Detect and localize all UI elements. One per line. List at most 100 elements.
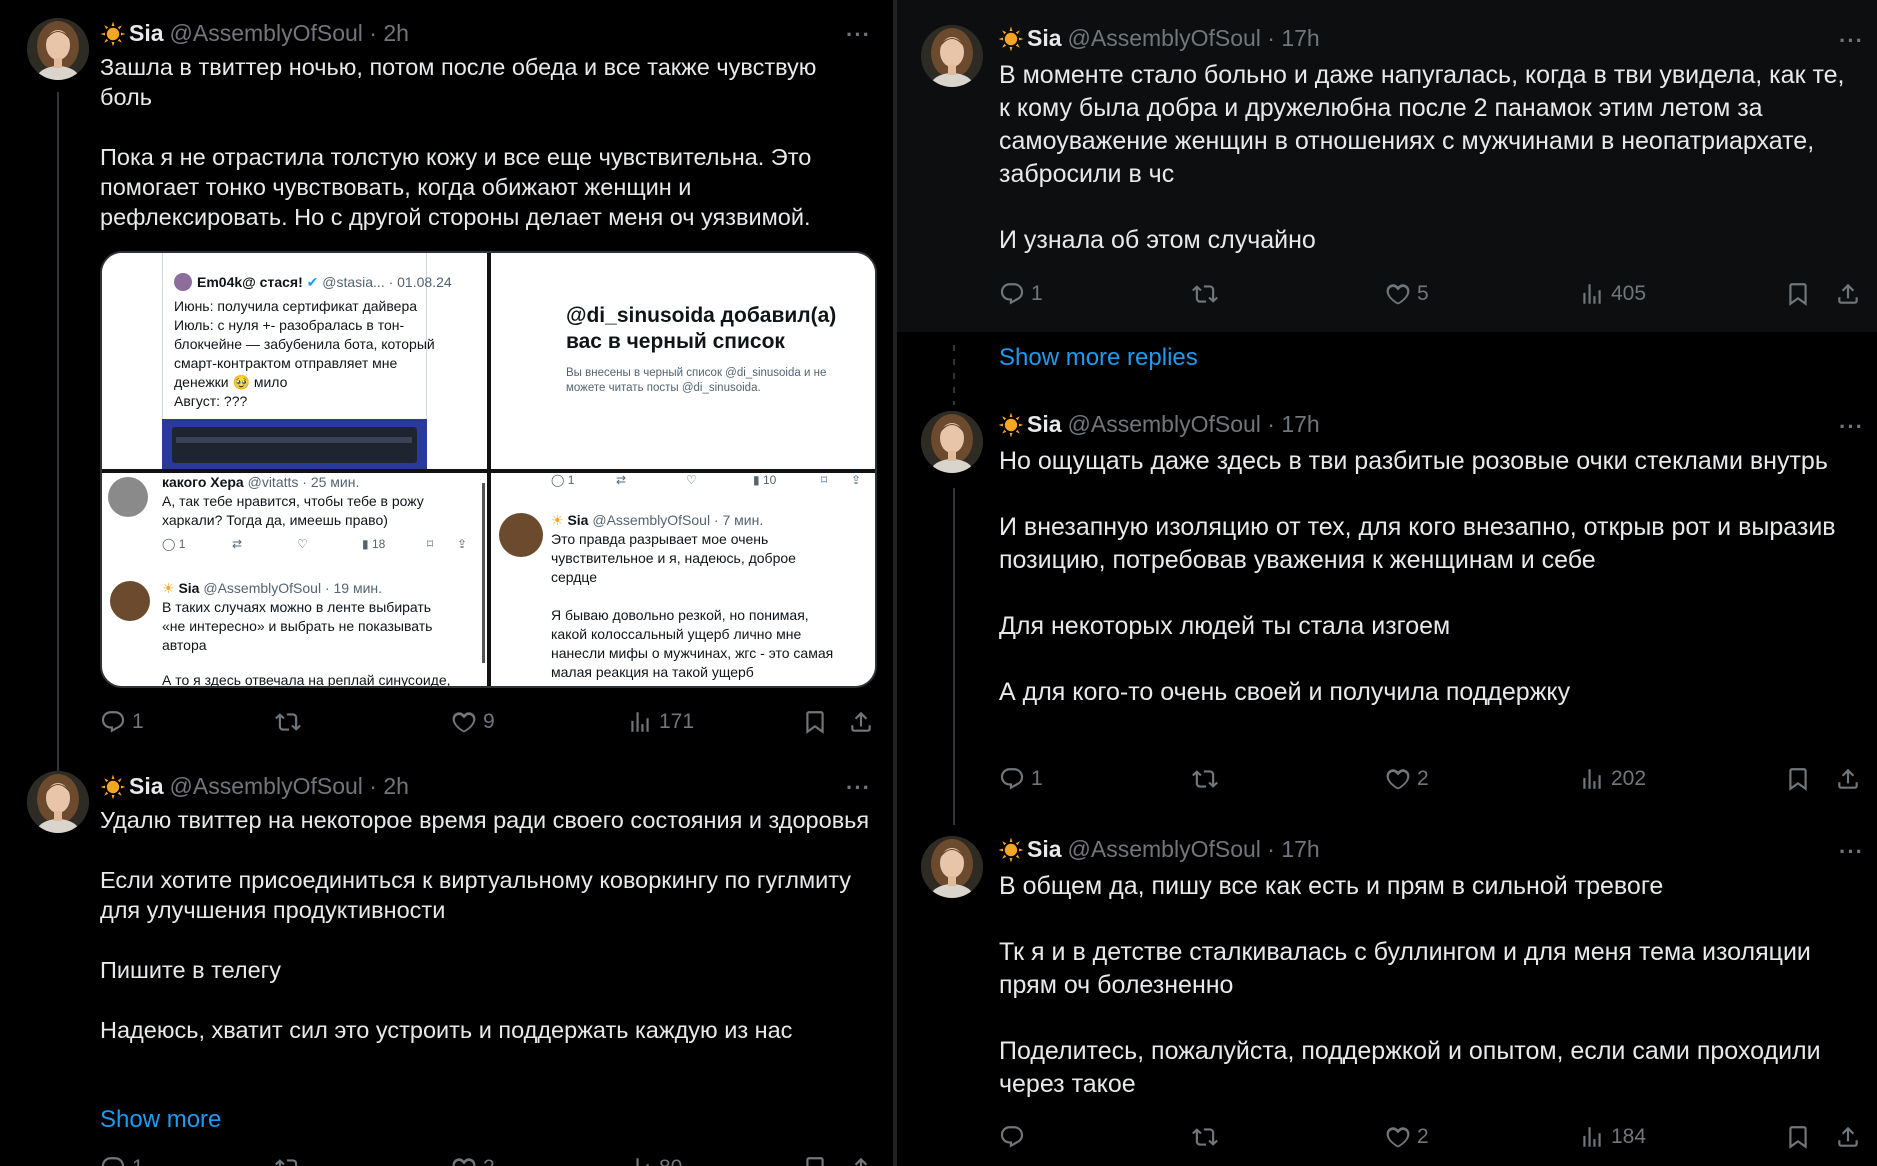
quoted-line: нанесли мифы о мужчинах, жгс - это самая: [551, 645, 834, 661]
avatar[interactable]: [921, 836, 983, 898]
quoted-line: сердце: [551, 569, 598, 585]
media-grid[interactable]: Em04k@ стася! ✔ @stasia... · 01.08.24 Ию…: [100, 251, 877, 688]
handle-and-time[interactable]: @AssemblyOfSoul · 2h: [170, 773, 409, 800]
more-options-button[interactable]: ···: [1839, 414, 1864, 440]
share-button[interactable]: [1835, 766, 1861, 792]
display-name[interactable]: Sia: [1027, 25, 1062, 52]
thread-line-dotted: [953, 345, 955, 405]
views-button[interactable]: 80: [627, 1155, 682, 1166]
repost-button[interactable]: [1192, 766, 1218, 792]
like-button[interactable]: 2: [451, 1155, 495, 1166]
views-button[interactable]: 405: [1579, 281, 1646, 307]
heart-icon: ♡: [297, 537, 308, 551]
sun-emoji-icon: ☀: [162, 580, 175, 596]
bookmark-button[interactable]: [1785, 1124, 1811, 1150]
share-button[interactable]: [1835, 281, 1861, 307]
quoted-line: Июль: с нуля +- разобралась в тон-: [174, 317, 405, 333]
avatar[interactable]: [27, 18, 89, 80]
reply-button[interactable]: 1: [999, 766, 1043, 792]
heart-icon: [451, 1155, 477, 1166]
show-more-replies-link[interactable]: Show more replies: [999, 344, 1198, 372]
like-button[interactable]: 5: [1385, 281, 1429, 307]
verified-badge-icon: ✔: [306, 274, 319, 290]
tweet[interactable]: Sia @AssemblyOfSoul · 17h ··· В моменте …: [897, 0, 1877, 332]
display-name[interactable]: Sia: [1027, 836, 1062, 863]
like-button[interactable]: 2: [1385, 766, 1429, 792]
tweet-header: Sia @AssemblyOfSoul · 2h: [100, 20, 409, 47]
display-name[interactable]: Sia: [129, 773, 164, 800]
reply-count: 1: [1031, 282, 1043, 305]
repost-button[interactable]: [275, 1155, 301, 1166]
more-options-button[interactable]: ···: [846, 22, 871, 48]
media-image-3[interactable]: какого Хера @vitatts · 25 мин. А, так те…: [102, 473, 487, 686]
like-count: 9: [483, 710, 495, 733]
like-button[interactable]: 2: [1385, 1124, 1429, 1150]
tweet-paragraph: Если хотите присоединиться к виртуальном…: [100, 867, 852, 923]
reply-button[interactable]: 1: [100, 1155, 144, 1166]
display-name[interactable]: Sia: [1027, 411, 1062, 438]
tweet-header: Sia @AssemblyOfSoul · 17h: [998, 411, 1320, 438]
reply-icon: [999, 1124, 1025, 1150]
tweet-paragraph: В общем да, пишу все как есть и прям в с…: [999, 872, 1664, 900]
tweet-actions: 1 2 80: [100, 1155, 880, 1166]
views-button[interactable]: 202: [1579, 766, 1646, 792]
display-name[interactable]: Sia: [129, 20, 164, 47]
tweet-paragraph: Но ощущать даже здесь в тви разбитые роз…: [999, 447, 1828, 475]
views-count: 184: [1611, 1125, 1647, 1148]
tweet-paragraph: В моменте стало больно и даже напугалась…: [999, 61, 1845, 188]
repost-button[interactable]: [275, 709, 301, 735]
sun-emoji-icon: [100, 774, 126, 800]
quoted-line: денежки 🥹 мило: [174, 374, 288, 390]
views-icon: [627, 709, 653, 735]
handle-and-time[interactable]: @AssemblyOfSoul · 17h: [1068, 25, 1320, 52]
reply-button[interactable]: [999, 1124, 1031, 1150]
avatar[interactable]: [921, 411, 983, 473]
bookmark-button[interactable]: [802, 709, 828, 735]
handle-and-time[interactable]: @AssemblyOfSoul · 17h: [1068, 836, 1320, 863]
show-more-link[interactable]: Show more: [100, 1106, 221, 1134]
heart-icon: [1385, 766, 1411, 792]
bookmark-button[interactable]: [1785, 281, 1811, 307]
more-options-button[interactable]: ···: [1839, 28, 1864, 54]
share-button[interactable]: [848, 709, 874, 735]
bookmark-button[interactable]: [1785, 766, 1811, 792]
share-icon: [848, 709, 874, 735]
like-button[interactable]: 9: [451, 709, 495, 735]
media-image-2[interactable]: @di_sinusoida добавил(а) вас в черный сп…: [491, 253, 875, 469]
reply-button[interactable]: 1: [999, 281, 1043, 307]
share-button[interactable]: [848, 1155, 874, 1166]
reply-icon: ◯: [162, 537, 176, 551]
quoted-line: блокчейне — забубенила бота, который: [174, 336, 435, 352]
reply-icon: [999, 766, 1025, 792]
quoted-line: харкали? Тогда да, имеешь право): [162, 512, 388, 528]
like-count: 2: [1417, 767, 1429, 790]
thread-line: [57, 92, 59, 772]
thread-line: [953, 488, 955, 825]
share-icon: [1835, 281, 1861, 307]
bookmark-button[interactable]: [802, 1155, 828, 1166]
quoted-handle: @vitatts · 25 мин.: [247, 474, 360, 490]
views-button[interactable]: 171: [627, 709, 694, 735]
more-options-button[interactable]: ···: [1839, 839, 1864, 865]
views-button[interactable]: 184: [1579, 1124, 1646, 1150]
sun-emoji-icon: ☀: [551, 512, 564, 528]
share-button[interactable]: [1835, 1124, 1861, 1150]
tweet-text: В моменте стало больно и даже напугалась…: [999, 59, 1849, 257]
tweet-text: Удалю твиттер на некоторое время ради св…: [100, 805, 880, 1045]
media-image-4[interactable]: ◯ 1 ⇄ ♡ ▮ 10 ⌑ ⇪ ☀ Sia @AssemblyOfSoul ·…: [491, 473, 875, 686]
repost-icon: ⇄: [232, 537, 243, 551]
media-image-1[interactable]: Em04k@ стася! ✔ @stasia... · 01.08.24 Ию…: [102, 253, 487, 469]
more-options-button[interactable]: ···: [846, 775, 871, 801]
repost-button[interactable]: [1192, 281, 1218, 307]
tweet-paragraph: Надеюсь, хватит сил это устроить и подде…: [100, 1017, 793, 1043]
avatar[interactable]: [27, 771, 89, 833]
reply-button[interactable]: 1: [100, 709, 144, 735]
quoted-line: «не интересно» и выбрать не показывать: [162, 618, 433, 634]
repost-button[interactable]: [1192, 1124, 1218, 1150]
handle-and-time[interactable]: @AssemblyOfSoul · 2h: [170, 20, 409, 47]
quoted-line: Август: ???: [174, 393, 248, 409]
handle-and-time[interactable]: @AssemblyOfSoul · 17h: [1068, 411, 1320, 438]
avatar[interactable]: [921, 25, 983, 87]
reply-count: 1: [1031, 767, 1043, 790]
views-count: 80: [659, 1156, 682, 1166]
